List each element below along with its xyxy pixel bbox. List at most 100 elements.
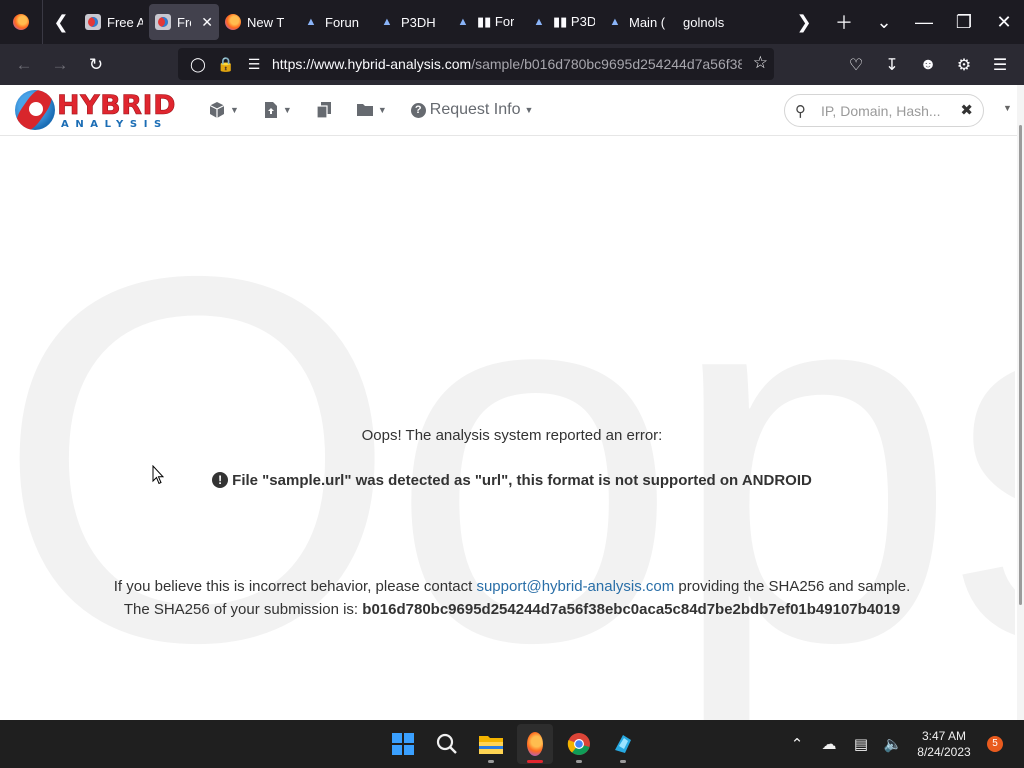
extensions-icon[interactable]: ⚙: [946, 55, 982, 75]
scrollbar-thumb[interactable]: [1019, 125, 1022, 605]
app-logo-icon: [615, 735, 631, 753]
windows-logo-icon: [392, 733, 414, 755]
sha256-value: b016d780bc9695d254244d7a56f38ebc0aca5c84…: [362, 601, 901, 618]
permissions-icon[interactable]: ☰: [240, 56, 268, 73]
p3d-favicon-icon: ▲: [609, 16, 621, 28]
onedrive-cloud-icon[interactable]: ☁: [813, 735, 845, 753]
firefox-icon: [13, 14, 29, 30]
caret-down-icon: ▼: [230, 105, 239, 115]
tab-label: Forun: [325, 14, 359, 30]
chrome-taskbar-button[interactable]: [561, 724, 597, 764]
tab-label: New T: [247, 14, 285, 30]
downloads-icon[interactable]: ↧: [874, 55, 910, 75]
file-upload-icon: [264, 102, 277, 118]
caret-down-icon: ▼: [282, 105, 292, 115]
sha256-line: The SHA256 of your submission is: b016d7…: [0, 601, 1024, 618]
clock[interactable]: 3:47 AM 8/24/2023: [909, 728, 979, 760]
tracking-protection-shield-icon[interactable]: ◯: [184, 56, 212, 73]
bookmark-star-icon[interactable]: ☆: [753, 53, 768, 73]
tab-p3dh[interactable]: ▲ P3DH: [373, 4, 449, 40]
tab-label: ▮▮ P3D: [553, 14, 595, 29]
nav-sandbox-dropdown[interactable]: ▼: [208, 101, 239, 119]
tab-free-analysis-active[interactable]: Fre ✕: [149, 4, 219, 40]
exclamation-circle-icon: !: [212, 472, 229, 488]
contact-line: If you believe this is incorrect behavio…: [0, 578, 1024, 595]
tab-label: ▮▮ For: [477, 14, 515, 29]
tab-forum-2[interactable]: ▲ ▮▮ For: [449, 4, 525, 40]
contact-prefix: If you believe this is incorrect behavio…: [113, 578, 477, 595]
close-window-icon[interactable]: ✕: [984, 12, 1024, 33]
tab-free-analysis-1[interactable]: Free A: [79, 4, 149, 40]
tab-toolbar: ❯ ＋ ⌄ — ❐ ✕: [784, 0, 1024, 44]
firefox-view-button[interactable]: [0, 0, 42, 44]
error-detail-text: File "sample.url" was detected as "url",…: [232, 472, 812, 489]
nav-request-info-dropdown[interactable]: ? Request Info ▼: [410, 101, 534, 119]
tab-main[interactable]: ▲ Main (: [601, 4, 677, 40]
firefox-taskbar-button[interactable]: [517, 724, 553, 764]
tab-p3d[interactable]: ▲ ▮▮ P3D: [525, 4, 601, 40]
tab-scroll-right-icon[interactable]: ❯: [784, 12, 824, 33]
url-host: https://www.hybrid-analysis.com: [272, 56, 472, 72]
hybrid-analysis-favicon-icon: [155, 14, 171, 30]
hybrid-analysis-favicon-icon: [85, 14, 101, 30]
p3d-favicon-icon: ▲: [305, 16, 317, 28]
taskbar-search-button[interactable]: [429, 724, 465, 764]
p3d-favicon-icon: ▲: [381, 16, 393, 28]
toolbar-right: ♡ ↧ ☻ ⚙ ☰: [838, 44, 1018, 85]
list-all-tabs-chevron-down-icon[interactable]: ⌄: [864, 12, 904, 33]
tab-forum[interactable]: ▲ Forun: [297, 4, 373, 40]
back-arrow-icon[interactable]: ←: [6, 49, 42, 81]
url-text[interactable]: https://www.hybrid-analysis.com/sample/b…: [272, 56, 742, 72]
restore-window-icon[interactable]: ❐: [944, 12, 984, 33]
taskbar-apps: [385, 720, 641, 768]
volume-icon[interactable]: 🔈: [877, 735, 909, 753]
caret-down-icon: ▼: [524, 105, 534, 115]
browser-nav-bar: ← → ↻ ◯ 🔒 ☰ https://www.hybrid-analysis.…: [0, 44, 1024, 85]
nav-file-dropdown[interactable]: ▼: [263, 101, 292, 119]
file-explorer-folder-icon: [479, 736, 503, 754]
nav-folder-dropdown[interactable]: ▼: [356, 102, 387, 118]
site-header: HYBRID ANALYSIS ▼ ▼ ▼ ? Request Info ▼ ⚲…: [0, 85, 1017, 136]
show-hidden-icons-chevron-up-icon[interactable]: ⌃: [781, 735, 813, 753]
support-email-link[interactable]: support@hybrid-analysis.com: [476, 578, 674, 595]
p3d-favicon-icon: ▲: [533, 16, 545, 28]
hamburger-menu-icon[interactable]: ☰: [982, 55, 1018, 75]
browser-tab-bar: ❮ Free A Fre ✕ New T ▲ Forun ▲ P3DH ▲ ▮▮…: [0, 0, 1024, 44]
mouse-pointer-icon: [152, 465, 164, 485]
user-menu-caret-down-icon[interactable]: ▼: [1003, 103, 1012, 113]
pocket-icon[interactable]: ♡: [838, 55, 874, 75]
tab-new-tab[interactable]: New T: [219, 4, 297, 40]
firefox-icon: [527, 732, 543, 756]
active-indicator: [527, 760, 543, 763]
file-explorer-button[interactable]: [473, 724, 509, 764]
reload-icon[interactable]: ↻: [78, 49, 114, 81]
running-indicator: [488, 760, 494, 763]
clear-search-icon[interactable]: ✖: [960, 101, 973, 119]
logo-word-analysis: ANALYSIS: [61, 119, 168, 130]
tab-golnols[interactable]: golnols: [677, 4, 735, 40]
app-taskbar-button[interactable]: [605, 724, 641, 764]
tab-scroll-left-icon[interactable]: ❮: [43, 0, 79, 44]
new-tab-plus-icon[interactable]: ＋: [824, 9, 864, 35]
globe-logo-icon: [15, 90, 55, 130]
minimize-window-icon[interactable]: —: [904, 12, 944, 33]
search-box[interactable]: ⚲ ✖: [784, 94, 984, 127]
network-icon[interactable]: ▤: [845, 735, 877, 753]
start-button[interactable]: [385, 724, 421, 764]
clock-time: 3:47 AM: [921, 729, 967, 743]
account-icon[interactable]: ☻: [910, 56, 946, 74]
lock-icon[interactable]: 🔒: [212, 56, 240, 73]
windows-taskbar: ⌃ ☁ ▤ 🔈 3:47 AM 8/24/2023 5: [0, 720, 1024, 768]
tab-label: Free A: [107, 14, 143, 30]
tab-label: P3DH: [401, 14, 436, 30]
notification-badge[interactable]: 5: [987, 736, 1003, 752]
page-scrollbar[interactable]: [1017, 85, 1024, 720]
close-tab-icon[interactable]: ✕: [201, 14, 213, 31]
forward-arrow-icon[interactable]: →: [42, 49, 78, 81]
hybrid-analysis-logo[interactable]: HYBRID ANALYSIS: [15, 90, 180, 132]
nav-copy-button[interactable]: [316, 101, 332, 119]
search-input[interactable]: [819, 101, 963, 120]
tab-label: Fre: [177, 14, 191, 30]
sha256-prefix: The SHA256 of your submission is:: [123, 601, 363, 618]
address-bar[interactable]: ◯ 🔒 ☰ https://www.hybrid-analysis.com/sa…: [178, 48, 774, 80]
